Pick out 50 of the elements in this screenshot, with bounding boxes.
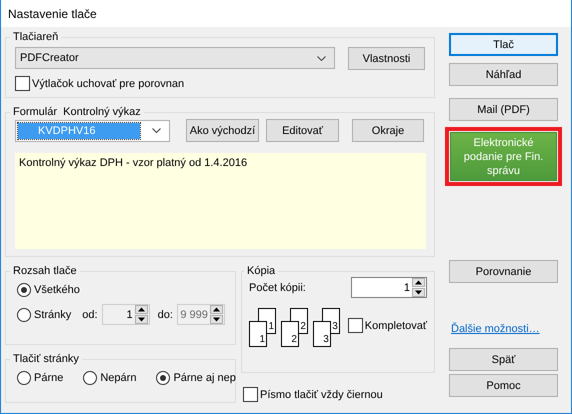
radio-button[interactable]: [17, 283, 31, 297]
spin-arrows-icon[interactable]: [412, 278, 425, 297]
more-options-link[interactable]: Ďalšie možnosti…: [451, 323, 558, 335]
group-label: Rozsah tlače: [12, 265, 78, 277]
spin-arrows-icon[interactable]: [134, 305, 148, 324]
radio-button[interactable]: [156, 371, 170, 385]
form-action-button[interactable]: Ako východzí: [186, 119, 259, 142]
checkbox-label: Písmo tlačiť vždy čiernou: [260, 388, 383, 400]
group-label: Kópia: [246, 265, 276, 277]
printer-dropdown[interactable]: PDFCreator: [15, 47, 335, 69]
radio-button[interactable]: [83, 371, 98, 385]
action-button[interactable]: Náhľad: [449, 63, 558, 86]
page-stack-drawing: 3 3: [312, 308, 341, 348]
chevron-icon: [317, 56, 326, 60]
field-label: Počet kópii:: [249, 282, 306, 294]
action-button[interactable]: Porovnanie: [449, 260, 558, 283]
spin-arrows-icon[interactable]: [210, 305, 223, 324]
action-button[interactable]: Mail (PDF): [449, 98, 558, 121]
chevron-icon: [152, 128, 161, 133]
action-button[interactable]: Pomoc: [449, 374, 558, 397]
form-name: Kontrolný výkaz: [63, 106, 141, 118]
group-label: Formulár: [13, 106, 58, 118]
form-action-button[interactable]: Okraje: [352, 119, 424, 142]
description-text: Kontrolný výkaz DPH - vzor platný od 1.4.2016: [19, 157, 248, 169]
radio-button[interactable]: [17, 371, 31, 385]
radio-label: Párne: [34, 372, 64, 384]
group-label: Tlačiareň: [12, 31, 60, 43]
checkbox[interactable]: [243, 387, 258, 402]
field-label: od:: [82, 308, 98, 320]
copies-field[interactable]: 1: [351, 277, 427, 298]
radio-label: Všetkého: [34, 284, 80, 296]
properties-button[interactable]: Vlastnosti: [348, 47, 425, 70]
radio-button[interactable]: [17, 308, 31, 322]
radio-label: Párne aj nep: [173, 372, 236, 384]
checkbox[interactable]: [348, 318, 363, 333]
page-stack-drawing: 1 1: [249, 308, 277, 348]
action-button[interactable]: Späť: [449, 348, 558, 371]
checkbox[interactable]: [15, 76, 30, 91]
checkbox-label: Kompletovať: [364, 320, 427, 332]
group-label: Tlačiť stránky: [12, 353, 80, 365]
action-button[interactable]: Tlač: [449, 33, 558, 56]
form-action-button[interactable]: Editovať: [266, 119, 339, 142]
from-page-field[interactable]: 1: [102, 304, 150, 325]
radio-label: Stránky: [34, 308, 72, 320]
radio-label: Nepárn: [100, 372, 136, 384]
checkbox-label: Výtlačok uchovať pre porovnan: [32, 78, 184, 90]
field-label: do:: [158, 308, 173, 320]
to-page-field[interactable]: 9 999: [176, 304, 225, 325]
window-title: Nastavenie tlače: [8, 6, 97, 20]
page-stack-drawing: 2 2: [280, 308, 309, 348]
